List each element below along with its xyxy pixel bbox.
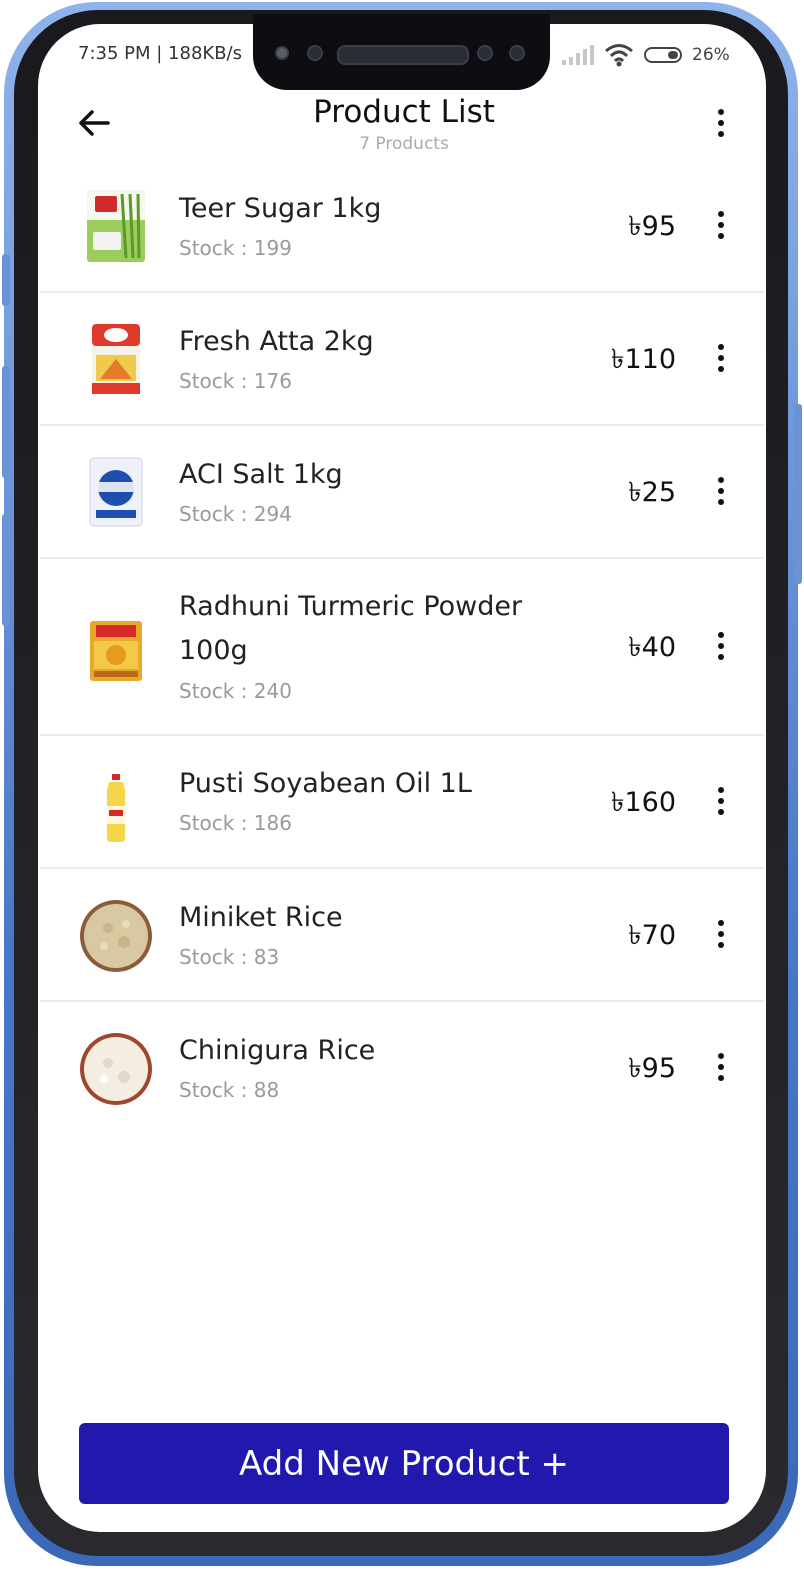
product-stock: Stock : 176 (179, 369, 292, 393)
product-count: 7 Products (359, 134, 449, 154)
product-image (78, 770, 154, 846)
item-more-button[interactable] (716, 1053, 726, 1081)
battery-icon (644, 47, 682, 63)
list-item[interactable]: Radhuni Turmeric Powder 100g Stock : 240… (40, 559, 764, 736)
product-price: ৳95 (628, 1053, 676, 1084)
product-price: ৳95 (628, 211, 676, 242)
header: Product List 7 Products (250, 94, 558, 154)
product-image (78, 454, 154, 530)
product-stock: Stock : 199 (179, 236, 292, 260)
sensor (509, 45, 525, 61)
arrow-left-icon (79, 110, 110, 136)
item-more-button[interactable] (716, 344, 726, 372)
product-name: Pusti Soyabean Oil 1L (179, 768, 472, 799)
phone-side-button (2, 254, 10, 306)
item-more-button[interactable] (716, 787, 726, 815)
product-price: ৳160 (611, 787, 676, 818)
product-name: Radhuni Turmeric Powder 100g (179, 591, 523, 666)
list-item[interactable]: Teer Sugar 1kg Stock : 199 ৳95 (40, 160, 764, 293)
product-name: ACI Salt 1kg (179, 459, 343, 490)
phone-side-button (2, 366, 10, 478)
back-button[interactable] (74, 104, 114, 144)
phone-side-button (2, 514, 10, 626)
product-image (78, 1031, 154, 1107)
status-time-speed: 7:35 PM | 188KB/s (78, 43, 242, 64)
item-more-button[interactable] (716, 211, 726, 239)
earpiece-speaker (337, 45, 469, 65)
front-camera (275, 46, 289, 60)
product-price: ৳40 (628, 632, 676, 663)
page-title: Product List (313, 94, 495, 130)
product-image (78, 898, 154, 974)
product-image (78, 321, 154, 397)
item-more-button[interactable] (716, 920, 726, 948)
list-item[interactable]: ACI Salt 1kg Stock : 294 ৳25 (40, 426, 764, 559)
add-new-product-button[interactable]: Add New Product + (79, 1423, 729, 1504)
item-more-button[interactable] (716, 632, 726, 660)
product-stock: Stock : 240 (179, 679, 292, 703)
product-price: ৳110 (611, 344, 676, 375)
product-image (78, 613, 154, 689)
status-icons: 26% (562, 41, 730, 69)
product-image (78, 188, 154, 264)
product-name: Miniket Rice (179, 902, 343, 933)
list-item[interactable]: Fresh Atta 2kg Stock : 176 ৳110 (40, 293, 764, 426)
sensor (477, 45, 493, 61)
item-more-button[interactable] (716, 477, 726, 505)
signal-icon (562, 45, 594, 65)
product-stock: Stock : 186 (179, 811, 292, 835)
product-list: Teer Sugar 1kg Stock : 199 ৳95 Fresh Att… (40, 160, 764, 1135)
product-stock: Stock : 83 (179, 945, 280, 969)
list-item[interactable]: Miniket Rice Stock : 83 ৳70 (40, 869, 764, 1002)
product-name: Chinigura Rice (179, 1035, 376, 1066)
sensor (307, 45, 323, 61)
product-price: ৳70 (628, 920, 676, 951)
phone-side-button (794, 404, 802, 584)
list-item[interactable]: Chinigura Rice Stock : 88 ৳95 (40, 1002, 764, 1135)
more-options-button[interactable] (716, 109, 726, 137)
notch (253, 14, 550, 90)
product-name: Fresh Atta 2kg (179, 326, 374, 357)
wifi-icon (605, 44, 633, 67)
list-item[interactable]: Pusti Soyabean Oil 1L Stock : 186 ৳160 (40, 736, 764, 869)
product-stock: Stock : 294 (179, 502, 292, 526)
product-stock: Stock : 88 (179, 1078, 280, 1102)
product-name: Teer Sugar 1kg (179, 193, 382, 224)
battery-percent: 26% (692, 45, 730, 65)
product-price: ৳25 (628, 477, 676, 508)
